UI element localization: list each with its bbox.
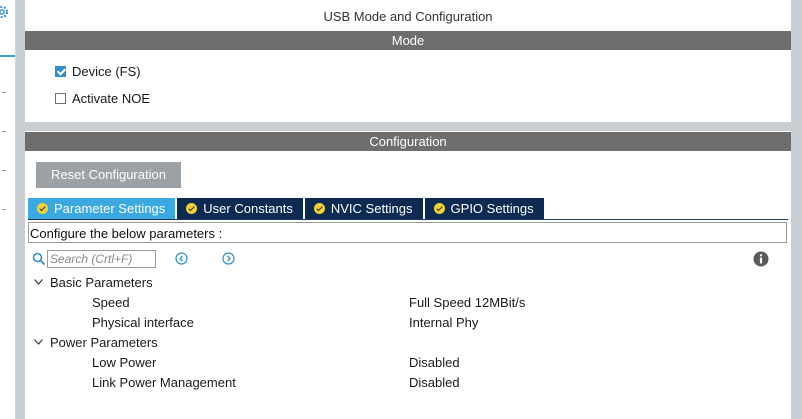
tab-underline <box>28 219 788 220</box>
side-panel-tick <box>2 92 6 93</box>
parameter-row[interactable]: Speed Full Speed 12MBit/s <box>25 293 791 313</box>
section-divider[interactable] <box>25 122 791 131</box>
parameter-value[interactable]: Internal Phy <box>409 313 478 333</box>
previous-match-icon[interactable] <box>175 252 188 265</box>
chevron-down-icon[interactable] <box>34 279 43 285</box>
parameter-value[interactable]: Full Speed 12MBit/s <box>409 293 525 313</box>
reset-configuration-button[interactable]: Reset Configuration <box>36 162 181 188</box>
checkbox-checked-icon[interactable] <box>55 65 66 77</box>
tab-label: Parameter Settings <box>54 201 166 216</box>
tab-label: GPIO Settings <box>450 201 534 216</box>
group-label: Basic Parameters <box>50 275 153 290</box>
tab-gpio-settings[interactable]: GPIO Settings <box>424 198 546 219</box>
checkbox-unchecked-icon[interactable] <box>55 92 66 104</box>
left-side-panel <box>0 0 16 419</box>
checkbox-label: Activate NOE <box>72 90 151 106</box>
side-panel-selection-line <box>0 55 15 57</box>
left-splitter[interactable] <box>16 0 25 419</box>
next-match-icon[interactable] <box>222 252 235 265</box>
parameter-row[interactable]: Low Power Disabled <box>25 353 791 373</box>
parameter-name: Low Power <box>92 355 157 370</box>
tab-label: User Constants <box>203 201 293 216</box>
tree-group-basic-parameters[interactable]: Basic Parameters <box>25 273 791 293</box>
side-panel-tick <box>2 170 6 171</box>
check-circle-icon <box>37 203 48 214</box>
parameter-row[interactable]: Physical interface Internal Phy <box>25 313 791 333</box>
side-panel-tick <box>2 209 6 210</box>
check-circle-icon <box>186 203 198 214</box>
parameter-row[interactable]: Link Power Management Disabled <box>25 373 791 393</box>
parameter-name: Link Power Management <box>92 375 236 390</box>
usb-config-panel: USB Mode and Configuration Mode Device (… <box>25 0 791 419</box>
parameter-name: Speed <box>92 295 130 310</box>
gear-icon[interactable] <box>0 4 10 20</box>
parameter-value[interactable]: Disabled <box>409 373 460 393</box>
parameters-description: Configure the below parameters : <box>28 222 787 243</box>
mode-section-header: Mode <box>25 31 791 50</box>
info-icon[interactable] <box>753 251 769 267</box>
parameter-name: Physical interface <box>92 315 194 330</box>
tab-label: NVIC Settings <box>330 201 413 216</box>
tree-group-power-parameters[interactable]: Power Parameters <box>25 333 791 353</box>
group-label: Power Parameters <box>50 335 158 350</box>
tab-nvic-settings[interactable]: NVIC Settings <box>304 198 425 219</box>
chevron-down-icon[interactable] <box>34 339 43 345</box>
config-tab-bar: Parameter Settings User Constants NVIC S… <box>28 198 546 219</box>
tab-user-constants[interactable]: User Constants <box>177 198 305 219</box>
search-icon <box>32 252 46 266</box>
tab-parameter-settings[interactable]: Parameter Settings <box>28 198 178 219</box>
checkbox-label: Device (FS) <box>72 63 141 79</box>
side-panel-tick <box>2 131 6 132</box>
parameter-value[interactable]: Disabled <box>409 353 460 373</box>
check-circle-icon <box>433 203 445 214</box>
configuration-section-header: Configuration <box>25 132 791 151</box>
right-splitter[interactable] <box>791 0 802 419</box>
activate-noe-checkbox[interactable]: Activate NOE <box>55 89 150 107</box>
device-fs-checkbox[interactable]: Device (FS) <box>55 62 141 80</box>
page-title: USB Mode and Configuration <box>323 9 493 24</box>
search-input[interactable] <box>47 250 156 268</box>
check-circle-icon <box>313 203 325 214</box>
parameter-search <box>32 249 156 269</box>
